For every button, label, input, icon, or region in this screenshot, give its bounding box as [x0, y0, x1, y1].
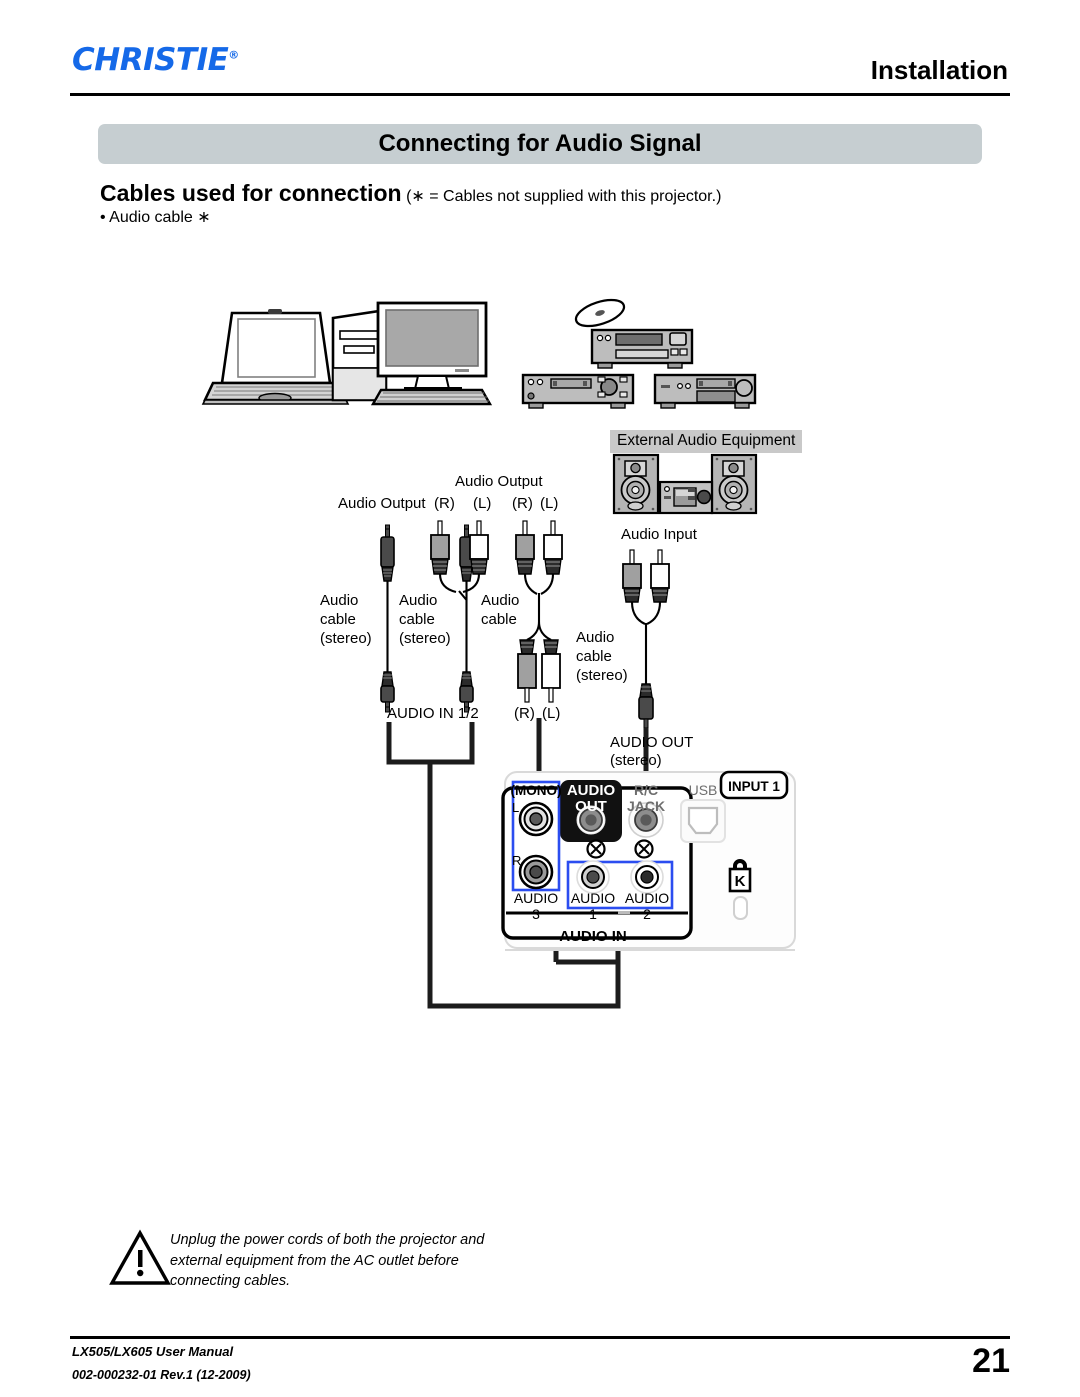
terminal-input1-label: INPUT 1 [728, 779, 780, 794]
audio-cable-1-stereo [380, 524, 395, 713]
terminal-usb-label: USB [689, 782, 718, 798]
terminal-audio-in-bar-label: AUDIO IN [559, 928, 627, 945]
projector-terminal-panel: K [501, 770, 796, 951]
terminal-audio1-number: 1 [589, 906, 597, 922]
audio-input-label: Audio Input [621, 526, 697, 543]
warning-note-text: Unplug the power cords of both the proje… [170, 1232, 485, 1290]
terminal-channel-l: L [512, 800, 519, 815]
optical-disc-illustration [574, 298, 626, 328]
cables-used-note: (∗ = Cables not supplied with this proje… [406, 188, 722, 205]
manual-page: CHRISTIE® Installation Connecting for Au… [0, 0, 1080, 1397]
terminal-rc-jack-line2: JACK [627, 798, 665, 814]
footer-divider [70, 1336, 1010, 1339]
terminal-audio3-label: AUDIO [514, 890, 558, 906]
audio-cable-label-3: Audio cable [481, 592, 520, 628]
svg-text:K: K [735, 873, 746, 890]
terminal-rc-jack-line1: R/C [634, 782, 658, 798]
dvd-player-illustration [590, 328, 694, 369]
audio3-routing [532, 718, 546, 802]
page-number: 21 [972, 1342, 1010, 1380]
audio-cable-label-1: Audio cable (stereo) [320, 592, 372, 647]
christie-logo: CHRISTIE® [72, 42, 239, 78]
audio-cable-3-rca [515, 520, 563, 703]
audio-out-stereo-label-line1: AUDIO OUT [610, 734, 694, 751]
rca-label-l-1: (L) [473, 495, 492, 512]
terminal-audio-out-line2: OUT [575, 798, 607, 815]
terminal-rca-label-r: (R) [514, 705, 535, 722]
page-section-title: Installation [870, 55, 1008, 85]
audio-in-12-label: AUDIO IN 1/2 [387, 705, 479, 722]
terminal-rca-label-l: (L) [542, 705, 561, 722]
terminal-mono-label: (MONO) [511, 783, 562, 798]
section-title-text: Connecting for Audio Signal [378, 130, 702, 157]
terminal-audio3-number: 3 [532, 906, 540, 922]
external-audio-equipment-label: External Audio Equipment [610, 430, 803, 453]
video-equipment-illustration [521, 373, 635, 409]
rca-label-r-2: (R) [512, 495, 533, 512]
monitor-illustration [376, 301, 488, 395]
terminal-audio1-label: AUDIO [571, 890, 615, 906]
warning-triangle-icon [109, 1229, 171, 1285]
registered-trademark-icon: ® [228, 48, 239, 62]
speaker-pair-illustration [612, 453, 758, 515]
audio-cable-2-stereo [459, 524, 474, 713]
audio-output-label-left: Audio Output [338, 495, 426, 512]
keyboard-illustration [370, 388, 493, 406]
audio-cable-4-stereo [622, 549, 670, 729]
cable-list-item: • Audio cable ∗ [100, 209, 211, 226]
audio-cable-label-2: Audio cable (stereo) [399, 592, 451, 647]
cables-used-label: Cables used for connection [100, 180, 402, 206]
terminal-channel-r: R [512, 853, 521, 868]
kensington-lock-icon: K [728, 859, 752, 920]
audio-in-12-routing [386, 722, 625, 1009]
audio-cable-label-4: Audio cable (stereo) [576, 629, 628, 684]
footer-document-id: 002-000232-01 Rev.1 (12-2009) [72, 1368, 251, 1382]
desktop-tower-illustration [331, 308, 388, 402]
header-divider [70, 93, 1010, 96]
terminal-audio2-number: 2 [643, 906, 651, 922]
av-equipment-illustration [653, 373, 757, 409]
section-title-bar: Connecting for Audio Signal [98, 124, 982, 164]
audio-amplifier-illustration [658, 480, 714, 515]
logo-wordmark: CHRISTIE [72, 42, 229, 78]
laptop-computer-illustration [201, 309, 350, 405]
audio-out-stereo-label-line2: (stereo) [610, 752, 662, 769]
rca-label-r-1: (R) [434, 495, 455, 512]
terminal-audio-out-line1: AUDIO [567, 782, 616, 799]
audio-output-label-top: Audio Output [455, 473, 543, 490]
cables-used-heading: Cables used for connection (∗ = Cables n… [100, 180, 721, 207]
footer-manual-name: LX505/LX605 User Manual [72, 1344, 234, 1359]
terminal-audio2-label: AUDIO [625, 890, 669, 906]
rca-plug-pair-top-1 [430, 520, 489, 601]
rca-label-l-2: (L) [540, 495, 559, 512]
